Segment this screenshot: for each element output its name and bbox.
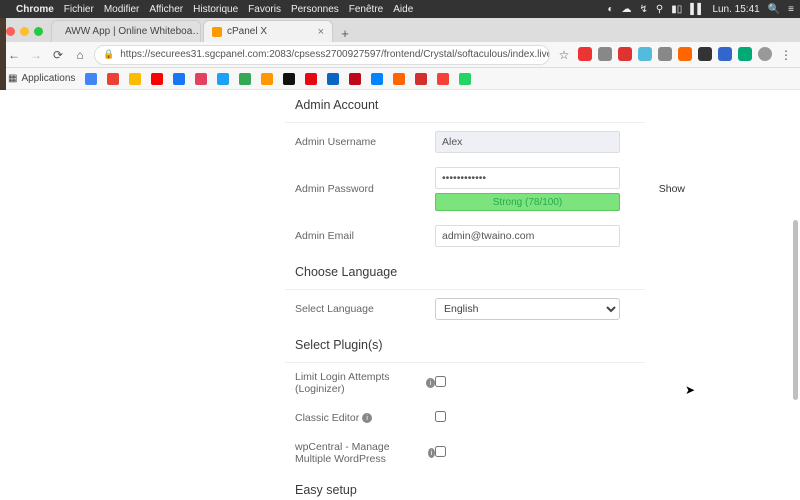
menu-file[interactable]: Fichier [64, 4, 94, 15]
bookmark-icon[interactable] [415, 73, 427, 85]
reload-button[interactable]: ⟳ [50, 47, 66, 63]
classic-editor-checkbox[interactable] [435, 411, 446, 422]
wifi-icon: ⚲ [656, 4, 663, 15]
info-icon[interactable]: i [362, 413, 372, 423]
section-select-plugins: Select Plugin(s) [295, 338, 645, 352]
section-admin-account: Admin Account [295, 98, 645, 112]
forward-button[interactable]: → [28, 47, 44, 63]
favicon-icon [212, 27, 222, 37]
language-select[interactable]: English [435, 298, 620, 320]
bookmark-icon[interactable] [327, 73, 339, 85]
close-icon[interactable]: × [318, 26, 324, 38]
bookmark-icon[interactable] [393, 73, 405, 85]
apps-button[interactable]: ▦ Applications [8, 73, 75, 84]
spotlight-icon[interactable]: 🔍 [768, 4, 780, 15]
label-admin-password: Admin Password [285, 183, 435, 195]
clock[interactable]: Lun. 15:41 [712, 4, 759, 15]
extension-icon[interactable] [718, 47, 732, 61]
bookmark-icon[interactable] [437, 73, 449, 85]
bookmark-icon[interactable] [195, 73, 207, 85]
star-icon[interactable]: ☆ [556, 47, 572, 63]
password-strength-meter: Strong (78/100) [435, 193, 620, 211]
divider [285, 122, 645, 123]
status-icon: ↯ [640, 4, 648, 15]
info-icon[interactable]: i [426, 378, 435, 388]
extension-icon[interactable] [618, 47, 632, 61]
label-select-language: Select Language [285, 303, 435, 315]
url-text: https://securees31.sgcpanel.com:2083/cps… [120, 49, 550, 60]
tab-label: cPanel X [227, 26, 267, 37]
tab-aww-app[interactable]: AWW App | Online Whiteboa… × [51, 20, 201, 42]
bookmark-icon[interactable] [305, 73, 317, 85]
window-close-icon[interactable] [6, 27, 15, 36]
bookmark-icon[interactable] [283, 73, 295, 85]
admin-username-input[interactable]: Alex [435, 131, 620, 153]
divider [285, 289, 645, 290]
flag-icon: ▌▌ [690, 4, 704, 15]
chrome-tabstrip: AWW App | Online Whiteboa… × cPanel X × … [0, 18, 800, 42]
home-button[interactable]: ⌂ [72, 47, 88, 63]
bookmark-icon[interactable] [173, 73, 185, 85]
menu-people[interactable]: Personnes [291, 4, 339, 15]
cursor-icon: ➤ [685, 383, 695, 397]
section-easy-setup: Easy setup [295, 483, 645, 497]
admin-email-input[interactable]: admin@twaino.com [435, 225, 620, 247]
bookmarks-bar: ▦ Applications [0, 68, 800, 90]
app-name[interactable]: Chrome [16, 4, 54, 15]
chrome-toolbar: ← → ⟳ ⌂ 🔒 https://securees31.sgcpanel.co… [0, 42, 800, 68]
extension-icon[interactable] [598, 47, 612, 61]
extension-icon[interactable] [578, 47, 592, 61]
page-content: Admin Account Admin Username Alex Admin … [0, 90, 800, 500]
info-icon[interactable]: i [428, 448, 435, 458]
bookmark-icon[interactable] [107, 73, 119, 85]
menu-history[interactable]: Historique [193, 4, 238, 15]
wpcentral-checkbox[interactable] [435, 446, 446, 457]
admin-password-input[interactable]: •••••••••••• [435, 167, 620, 189]
divider [285, 362, 645, 363]
extension-icon[interactable] [678, 47, 692, 61]
extension-icon[interactable] [698, 47, 712, 61]
address-bar[interactable]: 🔒 https://securees31.sgcpanel.com:2083/c… [94, 45, 550, 65]
bookmark-icon[interactable] [151, 73, 163, 85]
label-admin-email: Admin Email [285, 230, 435, 242]
status-icon: ◐ [607, 4, 613, 15]
label-admin-username: Admin Username [285, 136, 435, 148]
battery-icon: ▮▯ [671, 4, 682, 15]
bookmark-icon[interactable] [349, 73, 361, 85]
label-loginizer: Limit Login Attempts (Loginizer) i [285, 371, 435, 395]
bookmark-icon[interactable] [85, 73, 97, 85]
window-minimize-icon[interactable] [20, 27, 29, 36]
menu-view[interactable]: Afficher [149, 4, 183, 15]
extension-icon[interactable] [738, 47, 752, 61]
macos-menubar: Chrome Fichier Modifier Afficher Histori… [0, 0, 800, 18]
section-choose-language: Choose Language [295, 265, 645, 279]
menu-bookmarks[interactable]: Favoris [248, 4, 281, 15]
menu-icon[interactable]: ≡ [788, 4, 794, 15]
back-button[interactable]: ← [6, 47, 22, 63]
profile-icon[interactable] [758, 47, 772, 61]
window-zoom-icon[interactable] [34, 27, 43, 36]
bookmark-icon[interactable] [261, 73, 273, 85]
loginizer-checkbox[interactable] [435, 376, 446, 387]
bookmark-icon[interactable] [129, 73, 141, 85]
tab-cpanel[interactable]: cPanel X × [203, 20, 333, 42]
extension-icon[interactable] [638, 47, 652, 61]
bookmark-icon[interactable] [371, 73, 383, 85]
chrome-menu-button[interactable]: ⋮ [778, 47, 794, 63]
tab-label: AWW App | Online Whiteboa… [65, 26, 201, 37]
status-icon: ☁ [622, 4, 632, 15]
lock-icon: 🔒 [103, 49, 114, 60]
extension-icon[interactable] [658, 47, 672, 61]
menu-window[interactable]: Fenêtre [349, 4, 383, 15]
bookmark-icon[interactable] [239, 73, 251, 85]
bookmark-icon[interactable] [459, 73, 471, 85]
menu-edit[interactable]: Modifier [104, 4, 140, 15]
new-tab-button[interactable]: + [335, 24, 355, 42]
scrollbar[interactable] [793, 220, 798, 400]
bookmark-icon[interactable] [217, 73, 229, 85]
menu-help[interactable]: Aide [393, 4, 413, 15]
label-wpcentral: wpCentral - Manage Multiple WordPress i [285, 441, 435, 465]
show-password-link[interactable]: Show [659, 183, 685, 195]
label-classic-editor: Classic Editor i [285, 412, 435, 424]
